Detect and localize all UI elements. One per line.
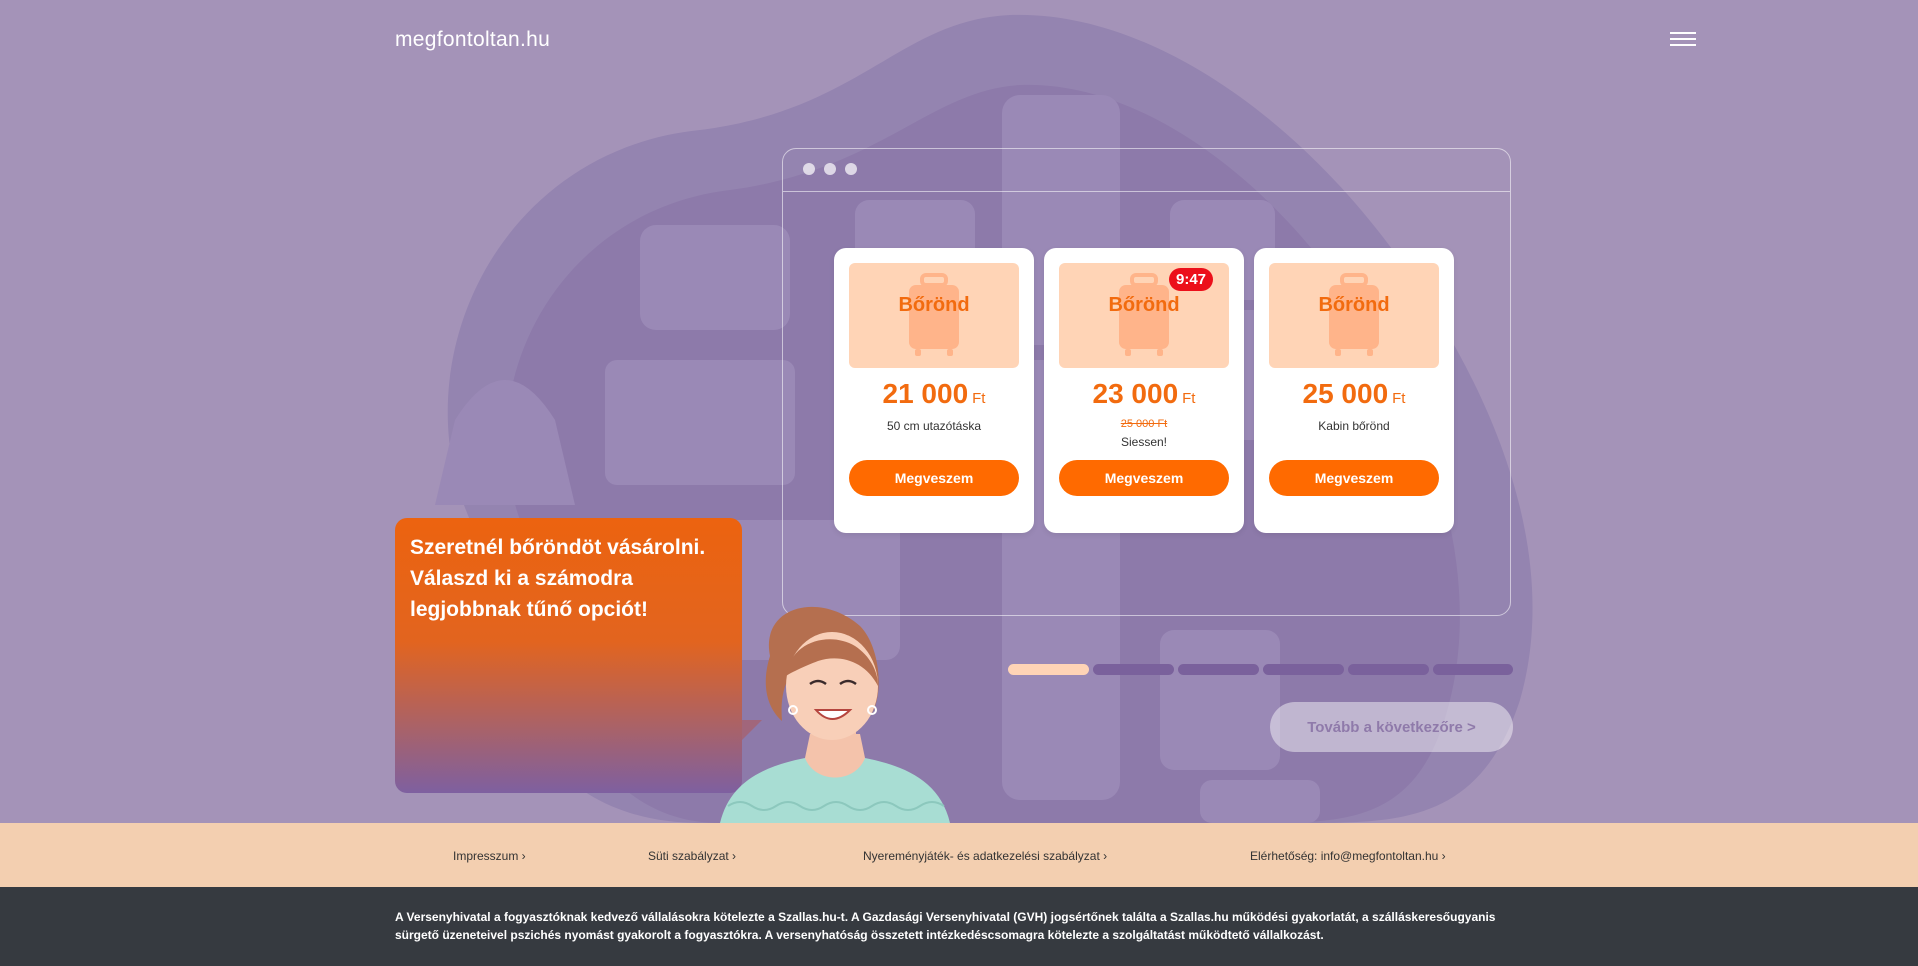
hero-section: megfontoltan.hu Bőrönd 21 000 Ft 50 cm ut…	[0, 0, 1918, 823]
old-price: 25 000 Ft	[1120, 418, 1168, 430]
footer-links-bar: Impresszum › Süti szabályzat › Nyeremény…	[0, 823, 1918, 887]
woman-avatar-illustration	[720, 606, 950, 823]
product-price: 23 000 Ft	[1092, 378, 1196, 409]
progress-step-3[interactable]	[1178, 664, 1259, 675]
speech-bubble: Szeretnél bőröndöt vásárolni. Válaszd ki…	[395, 518, 742, 793]
window-dots-icon	[845, 163, 857, 175]
notice-bar: A Versenyhivatal a fogyasztóknak kedvező…	[0, 887, 1918, 966]
product-card-3: Bőrönd 25 000 Ft Kabin bőrönd Megveszem	[1254, 248, 1454, 533]
product-image-label: Bőrönd	[1318, 294, 1390, 316]
product-description: 50 cm utazótáska	[886, 419, 982, 433]
footer-link-contact[interactable]: Elérhetőség: info@megfontoltan.hu ›	[1250, 849, 1446, 863]
browser-toolbar-divider	[783, 191, 1510, 192]
product-description: Siessen!	[1120, 435, 1168, 449]
footer-link-privacy-policy[interactable]: Nyereményjáték- és adatkezelési szabályz…	[863, 849, 1107, 863]
next-button[interactable]: Tovább a következőre >	[1270, 702, 1513, 752]
buy-button[interactable]: Megveszem	[1059, 460, 1229, 496]
buy-button[interactable]: Megveszem	[849, 460, 1019, 496]
speech-bubble-text: Szeretnél bőröndöt vásárolni. Válaszd ki…	[410, 536, 706, 621]
product-price: 21 000 Ft	[882, 378, 986, 409]
product-image: Bőrönd	[849, 263, 1019, 368]
product-image: Bőrönd	[1269, 263, 1439, 368]
progress-step-4[interactable]	[1263, 664, 1344, 675]
site-logo[interactable]: megfontoltan.hu	[395, 28, 550, 52]
product-card-1: Bőrönd 21 000 Ft 50 cm utazótáska Megvesz…	[834, 248, 1034, 533]
product-price: 25 000 Ft	[1302, 378, 1406, 409]
progress-step-2[interactable]	[1093, 664, 1174, 675]
product-card-2: Bőrönd 9:47 23 000 Ft 25 000 Ft Siessen! …	[1044, 248, 1244, 533]
progress-step-5[interactable]	[1348, 664, 1429, 675]
buy-button[interactable]: Megveszem	[1269, 460, 1439, 496]
product-image-label: Bőrönd	[898, 294, 970, 316]
product-image-label: Bőrönd	[1108, 294, 1180, 316]
hamburger-menu-icon[interactable]	[1670, 32, 1696, 48]
window-dots-icon	[803, 163, 815, 175]
window-dots-icon	[824, 163, 836, 175]
product-description: Kabin bőrönd	[1318, 419, 1390, 433]
footer-link-impresszum[interactable]: Impresszum ›	[453, 849, 526, 863]
notice-text: A Versenyhivatal a fogyasztóknak kedvező…	[395, 910, 1496, 942]
progress-step-6[interactable]	[1433, 664, 1513, 675]
countdown-timer-badge: 9:47	[1169, 268, 1214, 291]
footer-link-cookie-policy[interactable]: Süti szabályzat ›	[648, 849, 736, 863]
progress-step-1[interactable]	[1008, 664, 1089, 675]
